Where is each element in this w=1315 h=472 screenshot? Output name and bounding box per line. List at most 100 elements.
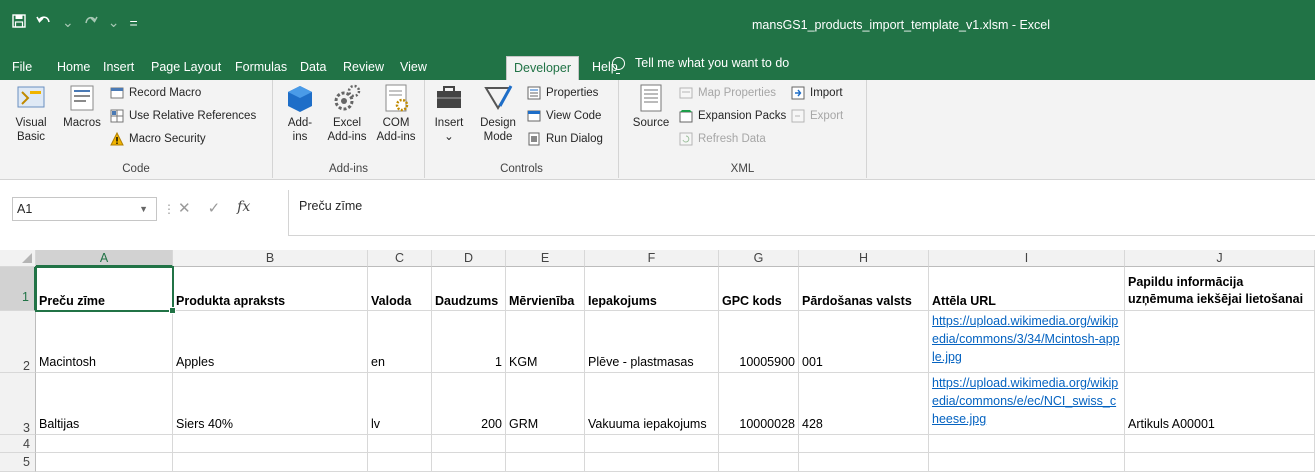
design-mode-button[interactable]: Design Mode — [475, 82, 521, 144]
cell-h2[interactable]: 001 — [799, 311, 929, 373]
cell-e3[interactable]: GRM — [506, 373, 585, 435]
export-button[interactable]: Export — [791, 107, 843, 125]
cell-i4[interactable] — [929, 435, 1125, 453]
cell-a3[interactable]: Baltijas — [36, 373, 173, 435]
cell-j2[interactable] — [1125, 311, 1315, 373]
column-header-b[interactable]: B — [173, 250, 368, 267]
cell-d1[interactable]: Daudzums — [432, 267, 506, 311]
cell-j4[interactable] — [1125, 435, 1315, 453]
save-icon[interactable] — [12, 14, 26, 31]
redo-dropdown-icon[interactable]: ⌄ — [108, 14, 120, 31]
tab-page-layout[interactable]: Page Layout — [144, 56, 228, 80]
cell-h3[interactable]: 428 — [799, 373, 929, 435]
cell-f3[interactable]: Vakuuma iepakojums — [585, 373, 719, 435]
cell-c1[interactable]: Valoda — [368, 267, 432, 311]
run-dialog-button[interactable]: Run Dialog — [527, 130, 603, 148]
cell-e5[interactable] — [506, 453, 585, 472]
cancel-icon[interactable]: ✕ — [178, 199, 191, 217]
properties-button[interactable]: Properties — [527, 84, 598, 102]
cell-c4[interactable] — [368, 435, 432, 453]
cell-e4[interactable] — [506, 435, 585, 453]
row-header-1[interactable]: 1 — [0, 267, 36, 311]
cell-b5[interactable] — [173, 453, 368, 472]
cell-f1[interactable]: Iepakojums — [585, 267, 719, 311]
view-code-button[interactable]: View Code — [527, 107, 601, 125]
cell-d3[interactable]: 200 — [432, 373, 506, 435]
cell-e2[interactable]: KGM — [506, 311, 585, 373]
insert-controls-button[interactable]: Insert ⌄ — [429, 82, 469, 144]
insert-function-icon[interactable]: fx — [237, 199, 250, 217]
formula-bar-grip-icon[interactable]: ⋮ — [163, 202, 175, 216]
cell-g2[interactable]: 10005900 — [719, 311, 799, 373]
cell-j3[interactable]: Artikuls A00001 — [1125, 373, 1315, 435]
column-header-h[interactable]: H — [799, 250, 929, 267]
use-relative-references-button[interactable]: Use Relative References — [110, 107, 256, 125]
column-header-g[interactable]: G — [719, 250, 799, 267]
enter-icon[interactable]: ✓ — [208, 199, 221, 217]
expansion-packs-button[interactable]: Expansion Packs — [679, 107, 786, 125]
cell-b1[interactable]: Produkta apraksts — [173, 267, 368, 311]
tab-view[interactable]: View — [393, 56, 434, 80]
cell-h1[interactable]: Pārdošanas valsts — [799, 267, 929, 311]
cell-b4[interactable] — [173, 435, 368, 453]
undo-dropdown-icon[interactable]: ⌄ — [62, 14, 74, 31]
column-header-c[interactable]: C — [368, 250, 432, 267]
visual-basic-button[interactable]: Visual Basic — [8, 82, 54, 144]
com-addins-button[interactable]: COM Add-ins — [373, 82, 419, 144]
row-header-3[interactable]: 3 — [0, 373, 36, 435]
row-header-2[interactable]: 2 — [0, 311, 36, 373]
name-box-dropdown-icon[interactable]: ▼ — [139, 198, 148, 220]
import-button[interactable]: Import — [791, 84, 843, 102]
cell-j5[interactable] — [1125, 453, 1315, 472]
redo-icon[interactable] — [84, 14, 98, 31]
cell-c5[interactable] — [368, 453, 432, 472]
cell-c2[interactable]: en — [368, 311, 432, 373]
cell-c3[interactable]: lv — [368, 373, 432, 435]
select-all-corner[interactable] — [0, 250, 36, 267]
cell-a2[interactable]: Macintosh — [36, 311, 173, 373]
cell-f5[interactable] — [585, 453, 719, 472]
cell-f2[interactable]: Plēve - plastmasas — [585, 311, 719, 373]
cell-e1[interactable]: Mērvienība — [506, 267, 585, 311]
cell-b3[interactable]: Siers 40% — [173, 373, 368, 435]
excel-addins-button[interactable]: Excel Add-ins — [325, 82, 369, 144]
column-header-f[interactable]: F — [585, 250, 719, 267]
map-properties-button[interactable]: Map Properties — [679, 84, 776, 102]
cell-a1[interactable]: Preču zīme — [36, 267, 173, 311]
column-header-e[interactable]: E — [506, 250, 585, 267]
name-box[interactable]: A1 ▼ — [12, 197, 157, 221]
row-header-4[interactable]: 4 — [0, 435, 36, 453]
cell-i5[interactable] — [929, 453, 1125, 472]
column-header-j[interactable]: J — [1125, 250, 1315, 267]
column-header-d[interactable]: D — [432, 250, 506, 267]
cell-i2-image-link[interactable]: https://upload.wikimedia.org/wikipedia/c… — [929, 311, 1125, 373]
cell-i1[interactable]: Attēla URL — [929, 267, 1125, 311]
addins-button[interactable]: Add- ins — [283, 82, 317, 144]
tab-developer[interactable]: Developer — [506, 56, 579, 80]
cell-b2[interactable]: Apples — [173, 311, 368, 373]
macros-button[interactable]: Macros — [58, 82, 106, 130]
column-header-i[interactable]: I — [929, 250, 1125, 267]
cell-g5[interactable] — [719, 453, 799, 472]
macro-security-button[interactable]: Macro Security — [110, 130, 206, 148]
cell-d5[interactable] — [432, 453, 506, 472]
cell-d4[interactable] — [432, 435, 506, 453]
cell-g4[interactable] — [719, 435, 799, 453]
column-header-a[interactable]: A — [36, 250, 173, 267]
cell-j1[interactable]: Papildu informācija uzņēmuma iekšējai li… — [1125, 267, 1315, 311]
tab-file[interactable]: File — [5, 56, 39, 80]
cell-d2[interactable]: 1 — [432, 311, 506, 373]
formula-input[interactable]: Preču zīme — [288, 190, 1315, 236]
tab-formulas[interactable]: Formulas — [228, 56, 294, 80]
cell-h4[interactable] — [799, 435, 929, 453]
customize-qat-button[interactable]: = — [129, 15, 137, 31]
undo-icon[interactable] — [36, 14, 52, 31]
cell-i3-image-link[interactable]: https://upload.wikimedia.org/wikipedia/c… — [929, 373, 1125, 435]
cell-a5[interactable] — [36, 453, 173, 472]
tab-home[interactable]: Home — [50, 56, 97, 80]
worksheet-grid[interactable]: A B C D E F G H I J 1 2 3 4 5 Preču zīme… — [0, 250, 1315, 472]
tab-review[interactable]: Review — [336, 56, 391, 80]
cell-g3[interactable]: 10000028 — [719, 373, 799, 435]
cell-f4[interactable] — [585, 435, 719, 453]
tab-insert[interactable]: Insert — [96, 56, 141, 80]
